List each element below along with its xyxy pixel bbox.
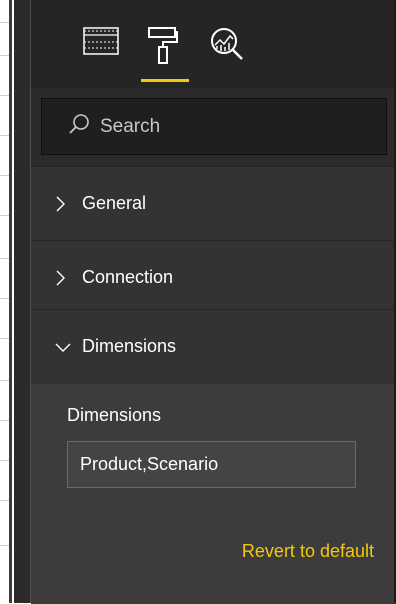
pane-divider — [9, 0, 12, 603]
section-label: Dimensions — [82, 336, 177, 356]
pane-tab-bar — [31, 0, 396, 88]
revert-to-default-link[interactable]: Revert to default — [169, 541, 374, 562]
canvas-gridline — [0, 380, 9, 381]
search-box[interactable] — [41, 98, 387, 155]
chevron-right-icon — [55, 270, 71, 286]
paint-roller-icon — [147, 26, 179, 80]
canvas-gridline — [0, 500, 9, 501]
pane-gutter — [14, 0, 30, 603]
canvas-gridline — [0, 215, 9, 216]
tab-analytics[interactable] — [199, 26, 255, 80]
canvas-gridline — [0, 338, 9, 339]
chevron-down-icon — [55, 342, 71, 352]
tab-fields[interactable] — [73, 26, 129, 80]
section-dimensions[interactable]: Dimensions — [31, 309, 396, 383]
tab-format[interactable] — [135, 26, 191, 82]
canvas-gridline — [0, 258, 9, 259]
analytics-magnifier-icon — [208, 26, 246, 80]
format-pane: General Connection Dimensions Dimensions… — [30, 0, 396, 604]
section-label: Connection — [82, 267, 174, 287]
active-tab-indicator — [141, 79, 189, 82]
chevron-right-icon — [55, 196, 71, 212]
canvas-gridline — [0, 460, 9, 461]
section-label: General — [82, 193, 147, 213]
canvas-gridline — [0, 545, 9, 546]
canvas-gridline — [0, 175, 9, 176]
canvas-gridline — [0, 420, 9, 421]
search-input[interactable] — [98, 114, 372, 139]
dimensions-input[interactable] — [67, 441, 356, 488]
dimensions-field-label: Dimensions — [67, 405, 162, 425]
canvas-gridline — [0, 298, 9, 299]
canvas-gridline — [0, 22, 9, 23]
table-grid-icon — [82, 26, 120, 80]
canvas-gridline — [0, 95, 9, 96]
canvas-gridline — [0, 135, 9, 136]
canvas-gridline — [0, 55, 9, 56]
search-icon — [42, 113, 90, 140]
dimensions-section-body: Dimensions Revert to default — [31, 383, 396, 604]
section-general[interactable]: General — [31, 166, 396, 240]
section-connection[interactable]: Connection — [31, 240, 396, 314]
